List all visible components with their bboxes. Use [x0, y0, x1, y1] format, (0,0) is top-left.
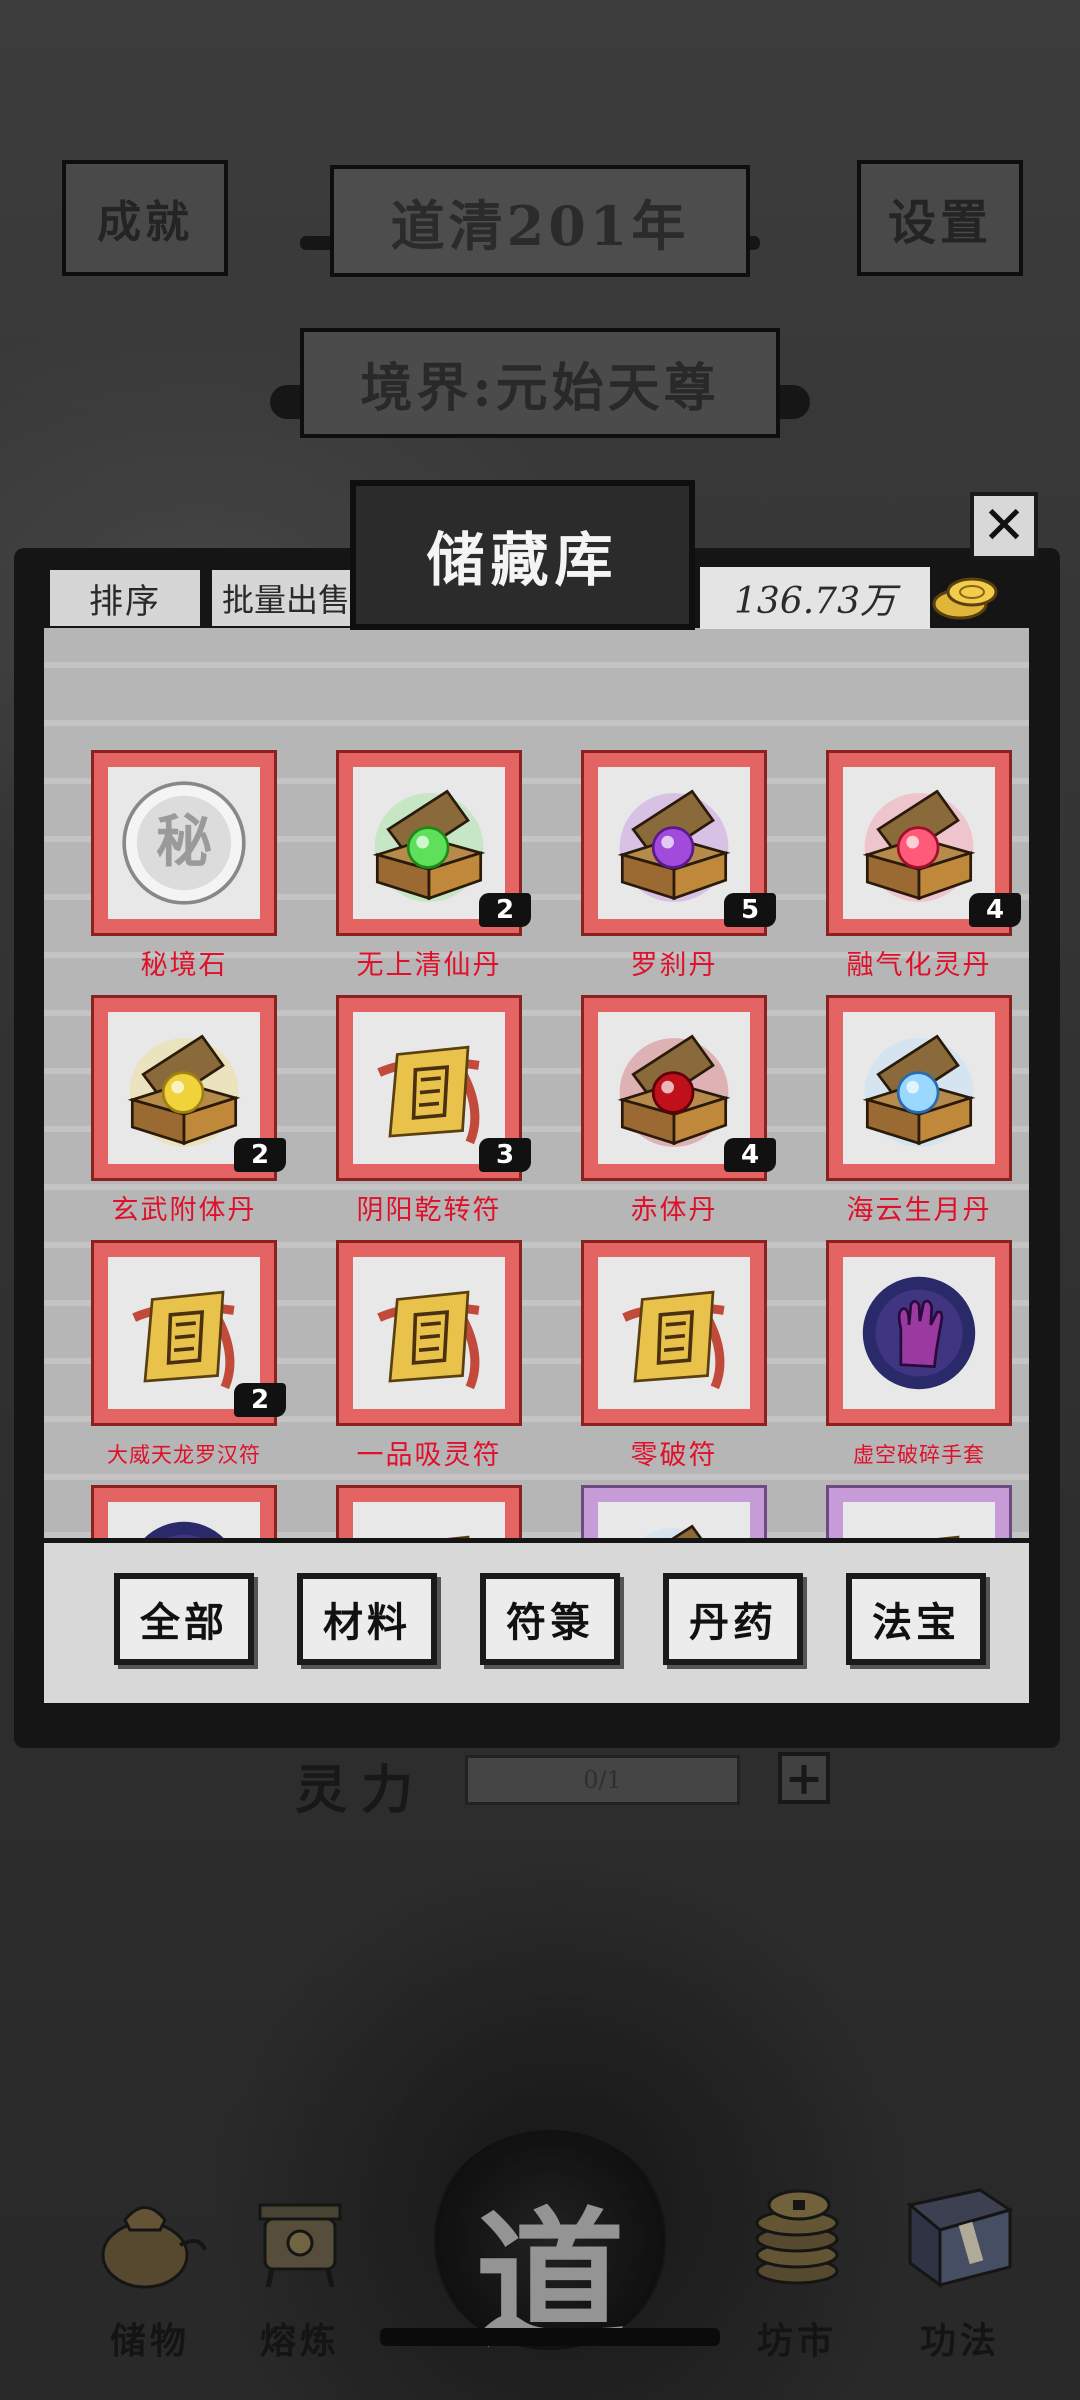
item-name: 海云生月丹 — [846, 1195, 992, 1226]
chest-purple-icon — [606, 775, 742, 911]
item-count-badge: 4 — [969, 893, 1021, 927]
chest-green-icon — [361, 775, 497, 911]
item-name: 赤体丹 — [630, 1195, 718, 1226]
storage-item-slot[interactable]: 4 赤体丹 — [584, 998, 784, 1238]
item-count-badge: 2 — [479, 893, 531, 927]
item-frame — [584, 1488, 764, 1538]
sort-button[interactable]: 排序 — [50, 570, 200, 626]
item-count-badge: 4 — [724, 1138, 776, 1172]
chest-blue-icon — [606, 1510, 742, 1538]
storage-item-slot[interactable]: 零破符 — [584, 1243, 784, 1483]
storage-item-slot[interactable]: 2 玄武附体丹 — [94, 998, 294, 1238]
storage-item-slot[interactable]: 秘秘境石 — [94, 753, 294, 993]
item-name: 罗刹丹 — [630, 950, 718, 981]
item-name: 融气化灵丹 — [846, 950, 992, 981]
talisman-icon — [361, 1510, 497, 1538]
close-icon: ✕ — [982, 496, 1026, 556]
storage-item-slot[interactable]: 5 罗刹丹 — [584, 753, 784, 993]
storage-item-slot[interactable]: 2 大威天龙罗汉符 — [94, 1243, 294, 1483]
item-count-badge: 2 — [234, 1383, 286, 1417]
item-frame — [339, 1243, 519, 1423]
item-frame — [94, 1488, 274, 1538]
item-frame — [829, 998, 1009, 1178]
filter-talismans-button[interactable]: 符箓 — [480, 1573, 620, 1665]
talisman-icon — [851, 1510, 987, 1538]
item-name: 阴阳乾转符 — [356, 1195, 502, 1226]
item-count-badge: 2 — [234, 1138, 286, 1172]
item-grid-area[interactable]: 秘秘境石 2 无上清仙丹 5 罗刹丹 4 融气化灵丹 2 玄武附体丹 3 阴阳乾转符 4 赤体丹 海云生月… — [44, 628, 1029, 1538]
item-frame — [829, 1243, 1009, 1423]
storage-item-slot[interactable] — [829, 1488, 1029, 1538]
storage-item-slot[interactable] — [94, 1488, 294, 1538]
item-name: 玄武附体丹 — [111, 1195, 257, 1226]
bulk-sell-button[interactable]: 批量出售 — [212, 570, 360, 626]
filter-materials-button[interactable]: 材料 — [297, 1573, 437, 1665]
chest-red-icon — [606, 1020, 742, 1156]
item-name: 虚空破碎手套 — [853, 1443, 985, 1467]
talisman-icon — [361, 1020, 497, 1156]
item-name: 大威天龙罗汉符 — [107, 1443, 261, 1467]
item-name: 秘境石 — [140, 950, 228, 981]
glove-icon — [851, 1265, 987, 1401]
filter-pills-button[interactable]: 丹药 — [663, 1573, 803, 1665]
coin-amount: 136.73万 — [700, 567, 930, 629]
storage-item-slot[interactable] — [584, 1488, 784, 1538]
talisman-icon — [116, 1265, 252, 1401]
chest-yellow-icon — [116, 1020, 252, 1156]
storage-item-slot[interactable] — [339, 1488, 539, 1538]
orb-seal-icon: 秘 — [116, 775, 252, 911]
gold-coin-icon — [932, 577, 998, 620]
item-name: 一品吸灵符 — [356, 1440, 502, 1471]
chest-blue-icon — [851, 1020, 987, 1156]
item-frame — [339, 1488, 519, 1538]
storage-item-slot[interactable]: 4 融气化灵丹 — [829, 753, 1029, 993]
storage-item-slot[interactable]: 2 无上清仙丹 — [339, 753, 539, 993]
storage-item-slot[interactable]: 一品吸灵符 — [339, 1243, 539, 1483]
item-frame — [829, 1488, 1009, 1538]
storage-item-slot[interactable]: 3 阴阳乾转符 — [339, 998, 539, 1238]
filter-all-button[interactable]: 全部 — [114, 1573, 254, 1665]
storage-item-slot[interactable]: 虚空破碎手套 — [829, 1243, 1029, 1483]
storage-title: 储藏库 — [350, 480, 695, 630]
item-count-badge: 3 — [479, 1138, 531, 1172]
item-count-badge: 5 — [724, 893, 776, 927]
storage-item-slot[interactable]: 海云生月丹 — [829, 998, 1029, 1238]
item-frame — [584, 1243, 764, 1423]
talisman-icon — [606, 1265, 742, 1401]
close-button[interactable]: ✕ — [970, 492, 1038, 560]
filter-treasures-button[interactable]: 法宝 — [846, 1573, 986, 1665]
storage-panel: 秘秘境石 2 无上清仙丹 5 罗刹丹 4 融气化灵丹 2 玄武附体丹 3 阴阳乾转符 4 赤体丹 海云生月… — [14, 548, 1060, 1748]
chest-pink-icon — [851, 775, 987, 911]
item-frame: 秘 — [94, 753, 274, 933]
svg-text:秘: 秘 — [156, 809, 212, 875]
item-name: 无上清仙丹 — [356, 950, 502, 981]
filter-bar: 全部 材料 符箓 丹药 法宝 — [44, 1543, 1029, 1703]
talisman-icon — [361, 1265, 497, 1401]
glove-icon — [116, 1510, 252, 1538]
item-name: 零破符 — [630, 1440, 718, 1471]
